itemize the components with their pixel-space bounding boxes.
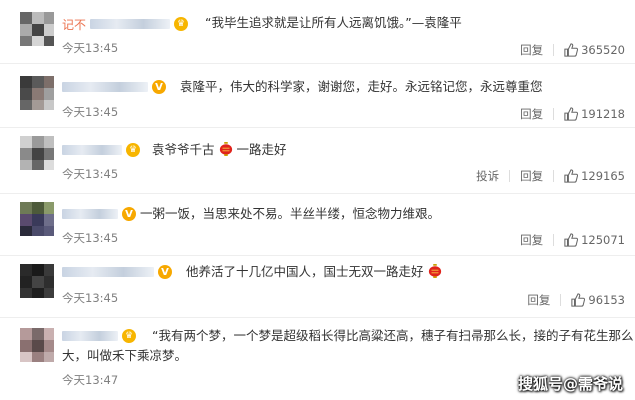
username[interactable]: V [62,264,172,280]
comment-item: V 一粥一饭，当思来处不易。半丝半缕，恒念物力维艰。 今天13:45 回复 12… [0,194,635,256]
reply-button[interactable]: 回复 [520,106,543,122]
reply-button[interactable]: 回复 [520,168,543,184]
blurred-username [62,209,118,219]
blurred-username [62,82,148,92]
comment-text: 他养活了十几亿中国人，国士无双一路走好 [186,262,442,282]
crown-badge-icon: ♛ [126,143,140,157]
username[interactable]: V [62,206,136,222]
like-button[interactable]: 129165 [564,169,625,183]
thumbs-up-icon [571,293,586,307]
blurred-username [62,331,118,341]
comment-actions: 回复 191218 [520,106,625,122]
avatar[interactable] [20,328,54,362]
avatar[interactable] [20,136,54,170]
like-button[interactable]: 125071 [564,233,625,247]
thumbs-up-icon [564,43,579,57]
username[interactable]: ♛ [62,142,140,158]
comment-text: 一粥一饭，当思来处不易。半丝半缕，恒念物力维艰。 [140,206,441,221]
v-badge-icon: V [152,80,166,94]
reply-button[interactable]: 回复 [527,292,550,308]
comment-actions: 回复 365520 [520,42,625,58]
timestamp: 今天13:45 [62,291,119,305]
lantern-emoji-icon [428,264,441,278]
timestamp: 今天13:47 [62,373,119,387]
reply-button[interactable]: 回复 [520,42,543,58]
comment-text: “我毕生追求就是让所有人远离饥饿。”—袁隆平 [205,15,462,30]
avatar[interactable] [20,264,54,298]
avatar[interactable] [20,76,54,110]
like-count: 125071 [581,233,625,247]
crown-badge-icon: ♛ [122,329,136,343]
like-count: 96153 [588,293,625,307]
comment-text: “我有两个梦，一个梦是超级稻长得比高粱还高，穗子有扫帚那么长，接的子有花生那么 [152,328,634,343]
timestamp: 今天13:45 [62,105,119,119]
blurred-username [62,267,154,277]
comment-text: 袁隆平，伟大的科学家，谢谢您，走好。永远铭记您，永远尊重您 [180,79,543,94]
avatar[interactable] [20,12,54,46]
comment-actions: 回复 125071 [520,232,625,248]
like-button[interactable]: 365520 [564,43,625,57]
timestamp: 今天13:45 [62,167,119,181]
blurred-username [62,145,122,155]
comment-item: V 他养活了十几亿中国人，国士无双一路走好 今天13:45 回复 96153 [0,256,635,318]
like-count: 191218 [581,107,625,121]
like-button[interactable]: 191218 [564,107,625,121]
comment-item: V 袁隆平，伟大的科学家，谢谢您，走好。永远铭记您，永远尊重您 今天13:45 … [0,64,635,128]
comment-item: 记不 ♛ “我毕生追求就是让所有人远离饥饿。”—袁隆平 今天13:45 回复 3… [0,0,635,64]
username[interactable]: V [62,79,166,95]
timestamp: 今天13:45 [62,41,119,55]
lantern-emoji-icon [219,142,232,156]
comment-actions: 投诉 回复 129165 [476,168,625,184]
v-badge-icon: V [158,265,172,279]
thumbs-up-icon [564,169,579,183]
comment-text: 袁爷爷千古 一路走好 [152,142,287,157]
thumbs-up-icon [564,107,579,121]
blurred-username [90,19,171,29]
crown-badge-icon: ♛ [174,17,189,31]
report-button[interactable]: 投诉 [476,168,499,184]
avatar[interactable] [20,202,54,236]
like-count: 129165 [581,169,625,183]
reply-button[interactable]: 回复 [520,232,543,248]
comment-item: ♛ 袁爷爷千古 一路走好 今天13:45 投诉 回复 129165 [0,128,635,194]
like-count: 365520 [581,43,625,57]
comment-actions: 回复 96153 [527,292,625,308]
v-badge-icon: V [122,207,136,221]
like-button[interactable]: 96153 [571,293,625,307]
thumbs-up-icon [564,233,579,247]
username[interactable]: 记不 ♛ [62,16,189,32]
comment-text-line2: 大，叫做禾下乘凉梦。 [62,348,188,363]
username[interactable]: ♛ [62,328,136,344]
timestamp: 今天13:45 [62,231,119,245]
watermark: 搜狐号@需爷说 [517,375,623,393]
